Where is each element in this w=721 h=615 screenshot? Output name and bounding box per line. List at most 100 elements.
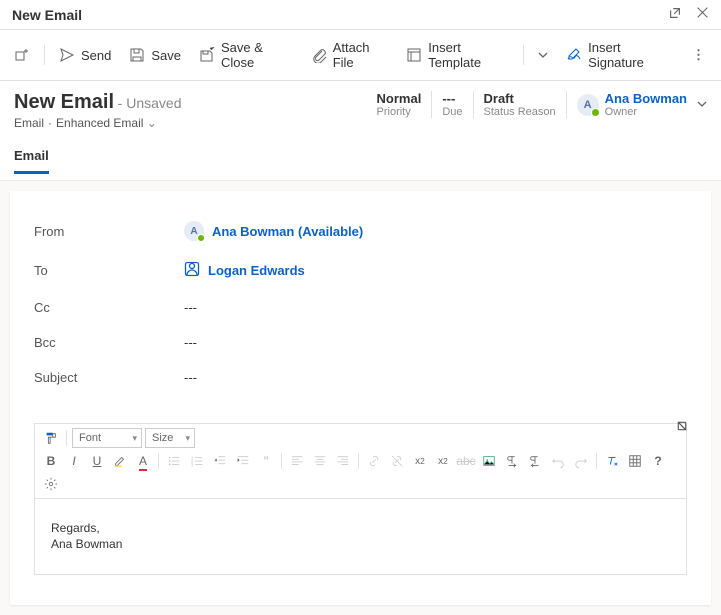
font-color-button[interactable]: A <box>133 451 153 471</box>
owner-name: Ana Bowman <box>605 91 687 106</box>
expand-editor-button[interactable] <box>675 419 689 436</box>
undo-button[interactable] <box>548 451 568 471</box>
highlight-button[interactable] <box>110 451 130 471</box>
body-line: Ana Bowman <box>51 537 670 553</box>
header-left: New Email - Unsaved Email · Enhanced Ema… <box>14 91 367 130</box>
save-label: Save <box>151 48 181 63</box>
bcc-value: --- <box>184 335 687 350</box>
italic-button[interactable]: I <box>64 451 84 471</box>
owner-label: Owner <box>605 106 687 118</box>
save-status: - Unsaved <box>118 95 182 111</box>
template-dropdown[interactable] <box>530 42 556 69</box>
attach-icon <box>311 47 327 63</box>
meta-status-reason[interactable]: Draft Status Reason <box>474 91 567 118</box>
ltr-button[interactable] <box>502 451 522 471</box>
send-label: Send <box>81 48 111 63</box>
tab-email[interactable]: Email <box>14 144 49 174</box>
avatar: A <box>184 221 204 241</box>
field-bcc[interactable]: Bcc --- <box>34 325 687 360</box>
form-card: From A Ana Bowman (Available) To Logan E… <box>10 191 711 605</box>
align-center-button[interactable] <box>310 451 330 471</box>
record-header: New Email - Unsaved Email · Enhanced Ema… <box>0 81 721 130</box>
align-right-button[interactable] <box>333 451 353 471</box>
subject-value: --- <box>184 370 687 385</box>
save-button[interactable]: Save <box>121 41 189 69</box>
separator <box>523 45 524 65</box>
underline-button[interactable]: U <box>87 451 107 471</box>
new-record-icon <box>14 47 30 63</box>
overflow-menu[interactable]: ⋮ <box>682 41 715 69</box>
to-value: Logan Edwards <box>208 263 305 278</box>
window-controls <box>668 6 709 23</box>
chevron-down-icon <box>538 50 548 60</box>
titlebar: New Email <box>0 0 721 30</box>
indent-button[interactable] <box>233 451 253 471</box>
entity-name: Email <box>14 116 44 130</box>
signature-icon <box>566 47 582 63</box>
send-button[interactable]: Send <box>51 41 119 69</box>
align-left-button[interactable] <box>287 451 307 471</box>
meta-due[interactable]: --- Due <box>432 91 473 118</box>
header-right: Normal Priority --- Due Draft Status Rea… <box>367 91 707 118</box>
tabs: Email <box>0 130 721 174</box>
form-selector[interactable]: Enhanced Email ⌄ <box>56 116 157 130</box>
redo-button[interactable] <box>571 451 591 471</box>
table-button[interactable] <box>625 451 645 471</box>
bold-button[interactable]: B <box>41 451 61 471</box>
cc-value: --- <box>184 300 687 315</box>
number-list-button[interactable]: 123 <box>187 451 207 471</box>
attach-file-button[interactable]: Attach File <box>303 34 397 76</box>
attach-label: Attach File <box>333 40 389 70</box>
svg-text:3: 3 <box>191 462 194 467</box>
template-label: Insert Template <box>428 40 509 70</box>
save-close-icon <box>199 47 215 63</box>
clear-format-button[interactable] <box>602 451 622 471</box>
unlink-button[interactable] <box>387 451 407 471</box>
close-icon[interactable] <box>696 6 709 23</box>
new-record-button[interactable] <box>6 41 38 69</box>
signature-label: Insert Signature <box>588 40 672 70</box>
chevron-down-icon: ⌄ <box>147 116 157 130</box>
popout-icon[interactable] <box>668 6 682 23</box>
link-button[interactable] <box>364 451 384 471</box>
meta-priority[interactable]: Normal Priority <box>367 91 433 118</box>
font-select[interactable]: Font <box>72 428 142 448</box>
subscript-button[interactable]: x2 <box>433 451 453 471</box>
body-line: Regards, <box>51 521 670 537</box>
save-icon <box>129 47 145 63</box>
image-button[interactable] <box>479 451 499 471</box>
editor-toolbar: Font Size B I U A 123 ” <box>35 424 686 499</box>
editor-body[interactable]: Regards, Ana Bowman <box>35 499 686 574</box>
breadcrumb: Email · Enhanced Email ⌄ <box>14 116 367 130</box>
separator <box>44 45 45 65</box>
field-to[interactable]: To Logan Edwards <box>34 251 687 290</box>
from-value: Ana Bowman (Available) <box>212 224 363 239</box>
settings-button[interactable] <box>41 474 61 494</box>
insert-signature-button[interactable]: Insert Signature <box>558 34 680 76</box>
contact-icon <box>184 261 200 280</box>
window-title: New Email <box>12 7 82 23</box>
page-title: New Email <box>14 91 114 113</box>
form-body: From A Ana Bowman (Available) To Logan E… <box>0 180 721 615</box>
format-painter-button[interactable] <box>41 428 61 448</box>
superscript-button[interactable]: x2 <box>410 451 430 471</box>
send-icon <box>59 47 75 63</box>
size-select[interactable]: Size <box>145 428 195 448</box>
bullet-list-button[interactable] <box>164 451 184 471</box>
field-subject[interactable]: Subject --- <box>34 360 687 395</box>
chevron-down-icon <box>693 97 707 112</box>
rtl-button[interactable] <box>525 451 545 471</box>
strikethrough-button[interactable]: abc <box>456 451 476 471</box>
template-icon <box>406 47 422 63</box>
insert-template-button[interactable]: Insert Template <box>398 34 517 76</box>
owner-lookup[interactable]: A Ana Bowman Owner <box>567 91 707 118</box>
outdent-button[interactable] <box>210 451 230 471</box>
save-close-button[interactable]: Save & Close <box>191 34 301 76</box>
blockquote-button[interactable]: ” <box>256 451 276 471</box>
save-close-label: Save & Close <box>221 40 293 70</box>
field-cc[interactable]: Cc --- <box>34 290 687 325</box>
command-bar: Send Save Save & Close Attach File Inser… <box>0 30 721 81</box>
avatar: A <box>577 94 599 116</box>
help-button[interactable]: ? <box>648 451 668 471</box>
field-from[interactable]: From A Ana Bowman (Available) <box>34 211 687 251</box>
